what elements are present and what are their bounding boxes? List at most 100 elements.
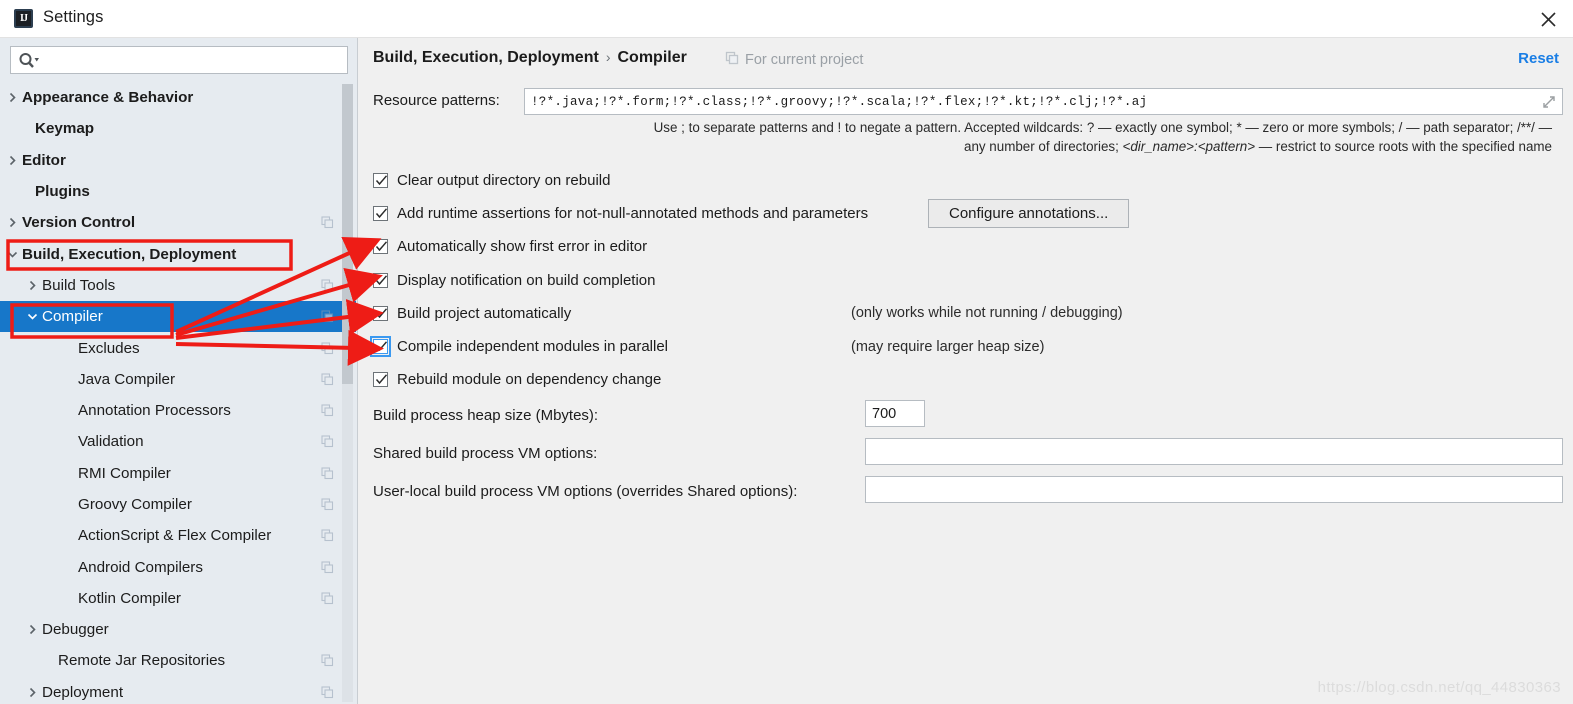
project-scope-icon [321,216,334,229]
sidebar-item-appearance-behavior[interactable]: Appearance & Behavior [0,82,356,113]
checkbox-label[interactable]: Add runtime assertions for not-null-anno… [397,205,868,222]
checkbox-row: Add runtime assertions for not-null-anno… [373,197,1563,230]
sidebar-item-editor[interactable]: Editor [0,145,356,176]
checkbox-row: Automatically show first error in editor [373,230,1563,263]
sidebar-item-label: Deployment [42,683,124,701]
sidebar-item-build-execution-deployment[interactable]: Build, Execution, Deployment [0,238,356,269]
checkbox-compile-independent-modules-in-parallel[interactable] [370,336,391,358]
resource-patterns-label: Resource patterns: [373,92,500,109]
search-input[interactable] [43,47,343,73]
checkbox-label[interactable]: Automatically show first error in editor [397,238,647,255]
checkbox-clear-output-directory-on-rebuild[interactable] [373,173,388,189]
sidebar-item-label: RMI Compiler [78,464,171,482]
chevron-right-icon[interactable] [4,90,20,106]
field-row: Shared build process VM options: [373,438,1563,476]
checkbox-label[interactable]: Rebuild module on dependency change [397,371,661,388]
sidebar-item-actionscript-flex-compiler[interactable]: ActionScript & Flex Compiler [0,520,356,551]
checkbox-note: (may require larger heap size) [851,338,1045,355]
project-scope-icon [321,435,334,448]
sidebar-item-label: Compiler [42,308,103,326]
chevron-right-icon[interactable] [4,152,20,168]
compiler-options-list: Clear output directory on rebuild Add run… [370,164,1563,396]
window-title: Settings [43,8,104,26]
chevron-right-icon[interactable] [24,622,40,638]
sidebar-item-groovy-compiler[interactable]: Groovy Compiler [0,489,356,520]
compiler-settings-panel: Build, Execution, Deployment › Compiler Fo… [359,38,1573,704]
field-label: Shared build process VM options: [373,445,598,462]
checkbox-build-project-automatically[interactable] [373,305,388,321]
project-scope-icon [321,279,334,292]
field-input-shared-build-process-vm-options[interactable] [865,438,1563,465]
checkbox-note: (only works while not running / debuggin… [851,305,1123,322]
checkbox-label[interactable]: Clear output directory on rebuild [397,172,610,189]
project-scope-icon [321,310,334,323]
field-label: Build process heap size (Mbytes): [373,407,599,424]
project-scope-icon [321,561,334,574]
sidebar-item-label: Remote Jar Repositories [58,652,226,670]
title-bar: IJ Settings [0,0,1573,38]
chevron-right-icon[interactable] [24,684,40,700]
field-input-build-process-heap-size-mbytes[interactable] [865,400,925,427]
sidebar-item-compiler[interactable]: Compiler [0,301,356,333]
project-scope-icon [321,592,334,605]
chevron-down-icon[interactable] [4,246,20,262]
breadcrumb-leaf: Compiler [617,49,687,66]
checkbox-label[interactable]: Compile independent modules in parallel [397,338,668,355]
sidebar-scrollbar-thumb[interactable] [342,84,353,384]
search-box[interactable] [10,46,348,74]
project-scope-icon [321,529,334,542]
sidebar-item-deployment[interactable]: Deployment [0,677,356,704]
sidebar-item-kotlin-compiler[interactable]: Kotlin Compiler [0,583,356,614]
configure-annotations-button[interactable]: Configure annotations... [928,199,1130,229]
settings-tree: Appearance & Behavior Keymap Editor Plugins… [0,82,356,704]
sidebar-item-label: Build Tools [42,276,116,294]
settings-sidebar: Appearance & Behavior Keymap Editor Plugins… [0,38,358,704]
breadcrumb-root[interactable]: Build, Execution, Deployment [373,49,599,66]
sidebar-item-android-compilers[interactable]: Android Compilers [0,551,356,582]
chevron-down-icon[interactable] [24,309,40,325]
sidebar-item-java-compiler[interactable]: Java Compiler [0,364,356,395]
checkbox-row: Compile independent modules in parallel (… [370,330,1563,363]
sidebar-item-validation[interactable]: Validation [0,426,356,457]
checkbox-add-runtime-assertions-for-not-null-annotated-methods-and-parameters[interactable] [373,206,388,222]
sidebar-item-debugger[interactable]: Debugger [0,614,356,645]
project-scope-icon [321,373,334,386]
resource-patterns-field[interactable] [524,88,1563,115]
checkbox-label[interactable]: Display notification on build completion [397,272,655,289]
checkbox-display-notification-on-build-completion[interactable] [373,272,388,288]
sidebar-item-label: Java Compiler [78,370,176,388]
sidebar-item-keymap[interactable]: Keymap [0,113,356,144]
checkbox-label[interactable]: Build project automatically [397,305,571,322]
sidebar-item-rmi-compiler[interactable]: RMI Compiler [0,458,356,489]
chevron-right-icon[interactable] [24,277,40,293]
project-scope-icon [321,341,334,355]
sidebar-item-label: Build, Execution, Deployment [22,245,237,263]
resource-patterns-input[interactable] [529,89,1519,114]
sidebar-item-version-control[interactable]: Version Control [0,207,356,238]
checkbox-rebuild-module-on-dependency-change[interactable] [373,372,388,388]
sidebar-item-annotation-processors[interactable]: Annotation Processors [0,395,356,426]
chevron-right-icon[interactable] [4,215,20,231]
close-icon[interactable] [1531,4,1565,34]
sidebar-item-excludes[interactable]: Excludes [0,332,356,363]
checkbox-automatically-show-first-error-in-editor[interactable] [373,239,388,255]
compiler-fields-list: Build process heap size (Mbytes): Shared … [373,400,1563,514]
for-current-project-label: For current project [725,51,863,69]
project-scope-icon [321,654,334,667]
sidebar-item-plugins[interactable]: Plugins [0,176,356,207]
sidebar-item-build-tools[interactable]: Build Tools [0,270,356,301]
checkbox-row: Display notification on build completion [373,264,1563,297]
sidebar-item-remote-jar-repositories[interactable]: Remote Jar Repositories [0,645,356,676]
hint-line-2-post: — restrict to source roots with the spec… [1255,139,1552,155]
reset-link[interactable]: Reset [1518,50,1559,67]
project-scope-icon [321,498,334,511]
search-icon [18,52,40,70]
resource-patterns-hint: Use ; to separate patterns and ! to nega… [524,118,1552,157]
settings-window: IJ Settings Appearance & Behavior Keymap E… [0,0,1573,704]
expand-icon[interactable] [1541,94,1557,110]
field-input-user-local-build-process-vm-options-overrides-shared-options[interactable] [865,476,1563,503]
project-scope-icon [321,404,334,417]
sidebar-item-label: Android Compilers [78,558,203,576]
checkbox-row: Rebuild module on dependency change [373,363,1563,396]
hint-line-2-pre: any number of directories; [964,139,1123,155]
